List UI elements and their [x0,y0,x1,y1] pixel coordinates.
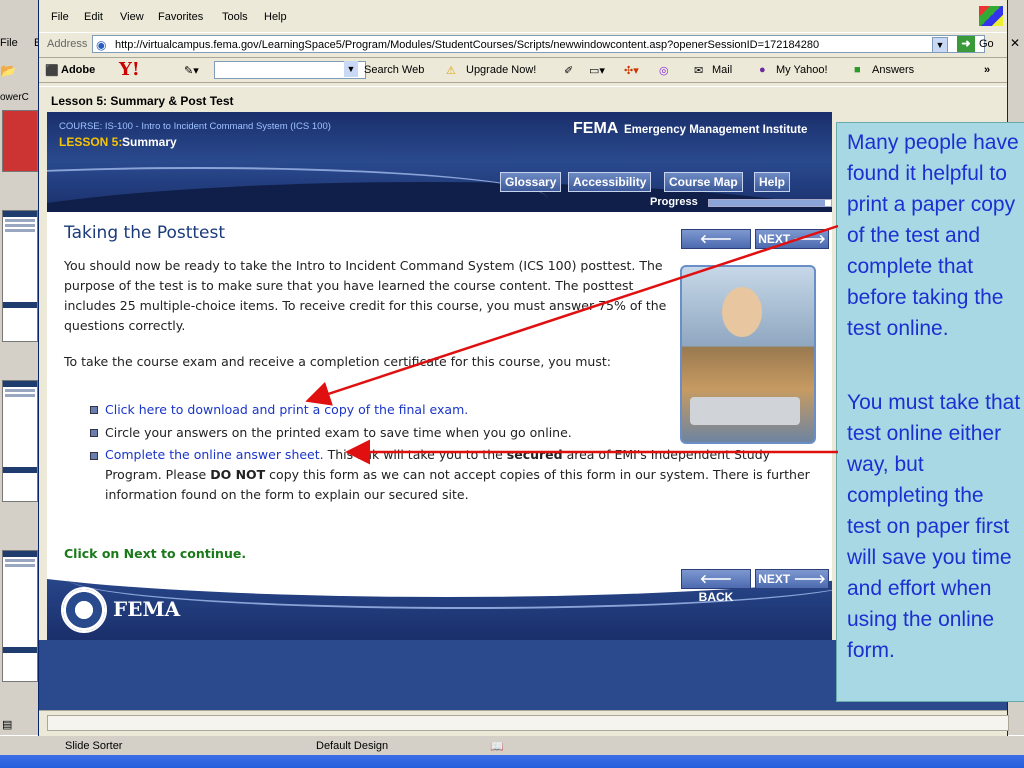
annotation-arrows [305,224,839,465]
arrow-to-download-link [305,224,839,406]
